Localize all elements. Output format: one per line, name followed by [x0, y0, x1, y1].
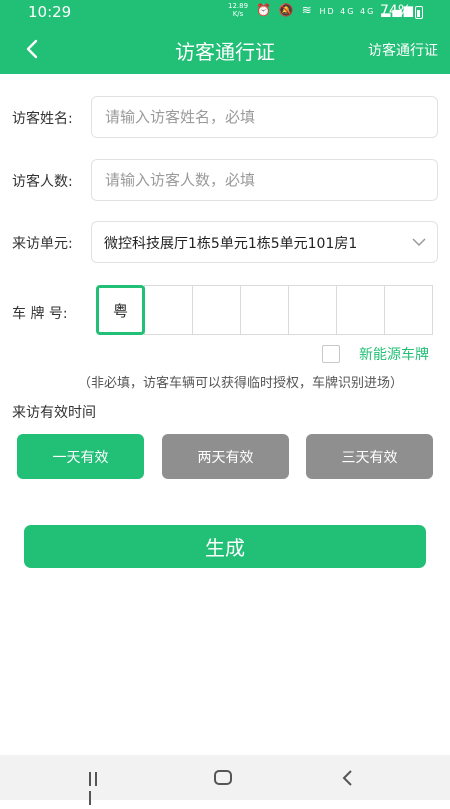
visitor-name-label: 访客姓名:: [12, 111, 73, 127]
visitor-name-field[interactable]: [91, 96, 438, 138]
plate-cell[interactable]: [144, 285, 193, 335]
visitor-count-label: 访客人数:: [12, 174, 73, 190]
battery-percent: 74%: [380, 3, 412, 19]
speed-unit: K/s: [232, 10, 244, 18]
nav-right-link[interactable]: 访客通行证: [368, 40, 438, 60]
visit-unit-value: 微控科技展厅1栋5单元1栋5单元101房1: [104, 236, 358, 252]
visitor-name-input[interactable]: [92, 97, 437, 137]
visitor-count-input[interactable]: [92, 160, 437, 200]
plate-cell[interactable]: [384, 285, 433, 335]
battery-icon: [415, 6, 423, 19]
alarm-icon: ⏰: [256, 3, 273, 17]
plate-label: 车 牌 号:: [12, 306, 68, 322]
plate-input-group: 粤: [96, 285, 438, 335]
plate-cell[interactable]: [192, 285, 241, 335]
visitor-count-field[interactable]: [91, 159, 438, 201]
three-day-button[interactable]: 三天有效: [306, 434, 433, 479]
status-time: 10:29: [28, 3, 72, 21]
valid-time-label: 来访有效时间: [12, 405, 96, 421]
plate-cell[interactable]: [336, 285, 385, 335]
generate-button[interactable]: 生成: [24, 525, 426, 568]
status-bar: 10:29 12.89 K/s ⏰ 🔕 ≋ HD 4G 4G ▂▄▆ 74%: [0, 0, 450, 24]
chevron-down-icon: [412, 238, 426, 247]
network-speed: 12.89 K/s: [228, 2, 248, 18]
plate-cell-province[interactable]: 粤: [96, 285, 145, 335]
one-day-button[interactable]: 一天有效: [17, 434, 144, 479]
new-energy-checkbox[interactable]: [322, 345, 340, 363]
system-back-icon[interactable]: [340, 768, 356, 788]
plate-cell[interactable]: [240, 285, 289, 335]
top-bar: 10:29 12.89 K/s ⏰ 🔕 ≋ HD 4G 4G ▂▄▆ 74% 访…: [0, 0, 450, 74]
home-icon[interactable]: [214, 770, 232, 785]
wifi-icon: ≋: [301, 3, 314, 17]
visit-unit-label: 来访单元:: [12, 236, 73, 252]
new-energy-label[interactable]: 新能源车牌: [359, 344, 429, 364]
mute-icon: 🔕: [278, 3, 296, 17]
speed-value: 12.89: [228, 2, 249, 10]
plate-cell[interactable]: [288, 285, 337, 335]
visit-unit-select[interactable]: 微控科技展厅1栋5单元1栋5单元101房1: [91, 221, 438, 263]
plate-note: （非必填，访客车辆可以获得临时授权，车牌识别进场）: [78, 376, 404, 391]
network-label: HD 4G 4G: [319, 7, 376, 16]
recent-apps-icon[interactable]: [89, 771, 105, 805]
system-nav-bar: [0, 755, 450, 805]
two-day-button[interactable]: 两天有效: [162, 434, 289, 479]
